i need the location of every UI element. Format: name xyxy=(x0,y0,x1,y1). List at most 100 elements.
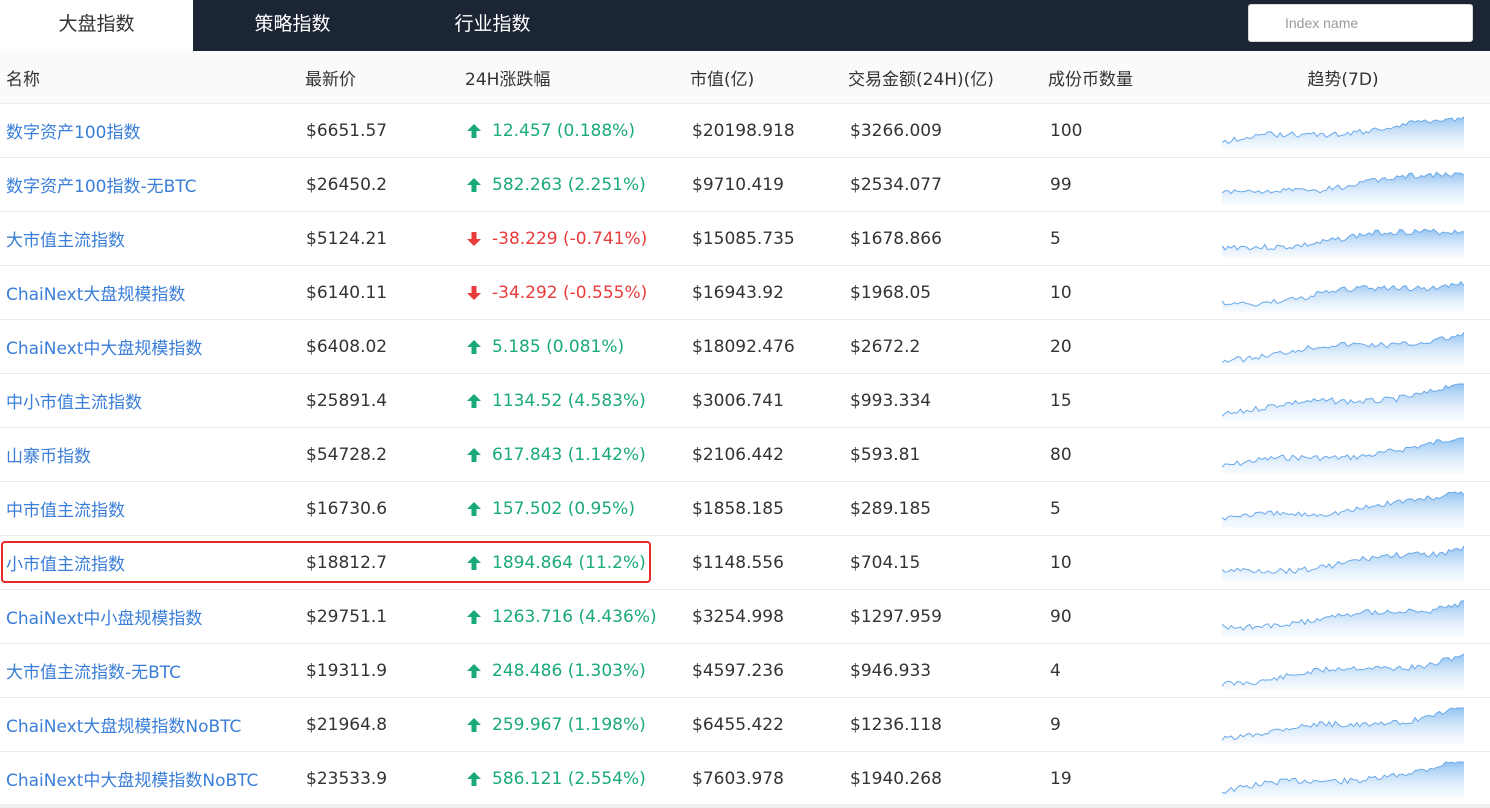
tab-industry-index[interactable]: 行业指数 xyxy=(410,0,575,51)
change-value: 1263.716 (4.436%) xyxy=(492,606,657,627)
table-row[interactable]: 山寨币指数 $54728.2 617.843 (1.142%) $2106.442 $5… xyxy=(0,428,1490,482)
table-row[interactable]: ChaiNext大盘规模指数NoBTC $21964.8 259.967 (1.19… xyxy=(0,698,1490,752)
sparkline-area xyxy=(1222,384,1464,420)
change-value: 259.967 (1.198%) xyxy=(492,714,646,735)
market-cap: $2106.442 xyxy=(692,444,784,465)
constituent-count: 90 xyxy=(1050,606,1072,627)
header-trend: 趋势(7D) xyxy=(1307,69,1379,90)
trade-volume: $593.81 xyxy=(850,444,921,465)
latest-price: $29751.1 xyxy=(306,606,388,627)
constituent-count: 99 xyxy=(1050,174,1072,195)
table-row[interactable]: 中市值主流指数 $16730.6 157.502 (0.95%) $1858.185 $… xyxy=(0,482,1490,536)
table-row[interactable]: ChaiNext大盘规模指数 $6140.11 -34.292 (-0.555%) $… xyxy=(0,266,1490,320)
table-row[interactable]: ChaiNext中小盘规模指数 $29751.1 1263.716 (4.436%)… xyxy=(0,590,1490,644)
trend-sparkline xyxy=(1222,707,1464,744)
trend-sparkline xyxy=(1222,761,1464,798)
latest-price: $21964.8 xyxy=(306,714,388,735)
table-row[interactable]: 数字资产100指数-无BTC $26450.2 582.263 (2.251%) $9… xyxy=(0,158,1490,212)
change-cell: 582.263 (2.251%) xyxy=(466,158,646,211)
change-cell: 1134.52 (4.583%) xyxy=(466,374,646,427)
arrow-up-icon xyxy=(467,663,481,678)
latest-price: $25891.4 xyxy=(306,390,388,411)
index-name-link[interactable]: 大市值主流指数-无BTC xyxy=(6,644,181,697)
arrow-down-icon xyxy=(467,285,481,300)
change-cell: 1263.716 (4.436%) xyxy=(466,590,657,643)
index-name-link[interactable]: ChaiNext中小盘规模指数 xyxy=(6,590,202,643)
sparkline-area xyxy=(1222,332,1464,366)
change-value: 248.486 (1.303%) xyxy=(492,660,646,681)
sparkline-area xyxy=(1222,654,1464,690)
change-value: 582.263 (2.251%) xyxy=(492,174,646,195)
change-cell: 157.502 (0.95%) xyxy=(466,482,635,535)
change-value: -38.229 (-0.741%) xyxy=(492,228,648,249)
change-cell: 1894.864 (11.2%) xyxy=(466,536,646,589)
constituent-count: 20 xyxy=(1050,336,1072,357)
table-row[interactable]: 大市值主流指数-无BTC $19311.9 248.486 (1.303%) $459… xyxy=(0,644,1490,698)
constituent-count: 5 xyxy=(1050,498,1061,519)
tab-large-cap-index[interactable]: 大盘指数 xyxy=(0,0,193,51)
change-cell: 259.967 (1.198%) xyxy=(466,698,646,751)
index-name-link[interactable]: 小市值主流指数 xyxy=(6,536,125,589)
arrow-up-icon xyxy=(467,501,481,516)
table-bottom-border xyxy=(0,804,1490,808)
trade-volume: $289.185 xyxy=(850,498,932,519)
trade-volume: $1236.118 xyxy=(850,714,942,735)
index-name-link[interactable]: 中市值主流指数 xyxy=(6,482,125,535)
index-name-link[interactable]: ChaiNext大盘规模指数NoBTC xyxy=(6,698,241,751)
index-name-link[interactable]: 山寨币指数 xyxy=(6,428,91,481)
arrow-up-icon xyxy=(467,393,481,408)
market-cap: $4597.236 xyxy=(692,660,784,681)
constituent-count: 5 xyxy=(1050,228,1061,249)
change-cell: 12.457 (0.188%) xyxy=(466,104,635,157)
constituent-count: 10 xyxy=(1050,552,1072,573)
sparkline-area xyxy=(1222,600,1464,636)
latest-price: $19311.9 xyxy=(306,660,388,681)
header-constituents: 成份币数量 xyxy=(1048,69,1133,90)
trend-sparkline xyxy=(1222,653,1464,690)
market-cap: $3254.998 xyxy=(692,606,784,627)
change-value: -34.292 (-0.555%) xyxy=(492,282,648,303)
constituent-count: 15 xyxy=(1050,390,1072,411)
table-row[interactable]: ChaiNext中大盘规模指数 $6408.02 5.185 (0.081%) $18… xyxy=(0,320,1490,374)
sparkline-area xyxy=(1222,708,1464,744)
index-name-link[interactable]: ChaiNext中大盘规模指数NoBTC xyxy=(6,752,258,805)
trend-sparkline xyxy=(1222,600,1464,636)
sparkline-area xyxy=(1222,229,1464,258)
arrow-up-icon xyxy=(467,123,481,138)
market-cap: $18092.476 xyxy=(692,336,795,357)
change-cell: 617.843 (1.142%) xyxy=(466,428,646,481)
index-name-link[interactable]: 中小市值主流指数 xyxy=(6,374,142,427)
latest-price: $6651.57 xyxy=(306,120,388,141)
search-input[interactable] xyxy=(1249,5,1472,41)
index-name-link[interactable]: 数字资产100指数-无BTC xyxy=(6,158,197,211)
arrow-down-icon xyxy=(467,231,481,246)
index-name-link[interactable]: ChaiNext中大盘规模指数 xyxy=(6,320,202,373)
change-value: 157.502 (0.95%) xyxy=(492,498,635,519)
sparkline-area xyxy=(1222,492,1464,528)
index-name-link[interactable]: 数字资产100指数 xyxy=(6,104,140,157)
tab-strategy-index[interactable]: 策略指数 xyxy=(210,0,375,51)
market-cap: $6455.422 xyxy=(692,714,784,735)
table-row[interactable]: 中小市值主流指数 $25891.4 1134.52 (4.583%) $3006.74… xyxy=(0,374,1490,428)
header-price: 最新价 xyxy=(305,69,356,90)
arrow-up-icon xyxy=(467,717,481,732)
table-row[interactable]: ChaiNext中大盘规模指数NoBTC $23533.9 586.121 (2.5… xyxy=(0,752,1490,806)
change-value: 12.457 (0.188%) xyxy=(492,120,635,141)
table-row[interactable]: 数字资产100指数 $6651.57 12.457 (0.188%) $20198.9… xyxy=(0,104,1490,158)
trend-sparkline xyxy=(1222,116,1464,150)
latest-price: $54728.2 xyxy=(306,444,388,465)
latest-price: $6140.11 xyxy=(306,282,388,303)
change-cell: 5.185 (0.081%) xyxy=(466,320,624,373)
change-value: 1134.52 (4.583%) xyxy=(492,390,646,411)
index-name-link[interactable]: ChaiNext大盘规模指数 xyxy=(6,266,185,319)
latest-price: $18812.7 xyxy=(306,552,388,573)
table-row[interactable]: 大市值主流指数 $5124.21 -38.229 (-0.741%) $15085.7… xyxy=(0,212,1490,266)
trade-volume: $704.15 xyxy=(850,552,921,573)
header-market-cap: 市值(亿) xyxy=(690,69,755,90)
arrow-up-icon xyxy=(467,609,481,624)
table-row[interactable]: 小市值主流指数 $18812.7 1894.864 (11.2%) $1148.556… xyxy=(0,536,1490,590)
index-name-link[interactable]: 大市值主流指数 xyxy=(6,212,125,265)
constituent-count: 19 xyxy=(1050,768,1072,789)
table-body: 数字资产100指数 $6651.57 12.457 (0.188%) $20198.9… xyxy=(0,104,1490,806)
sparkline-area xyxy=(1222,172,1464,204)
